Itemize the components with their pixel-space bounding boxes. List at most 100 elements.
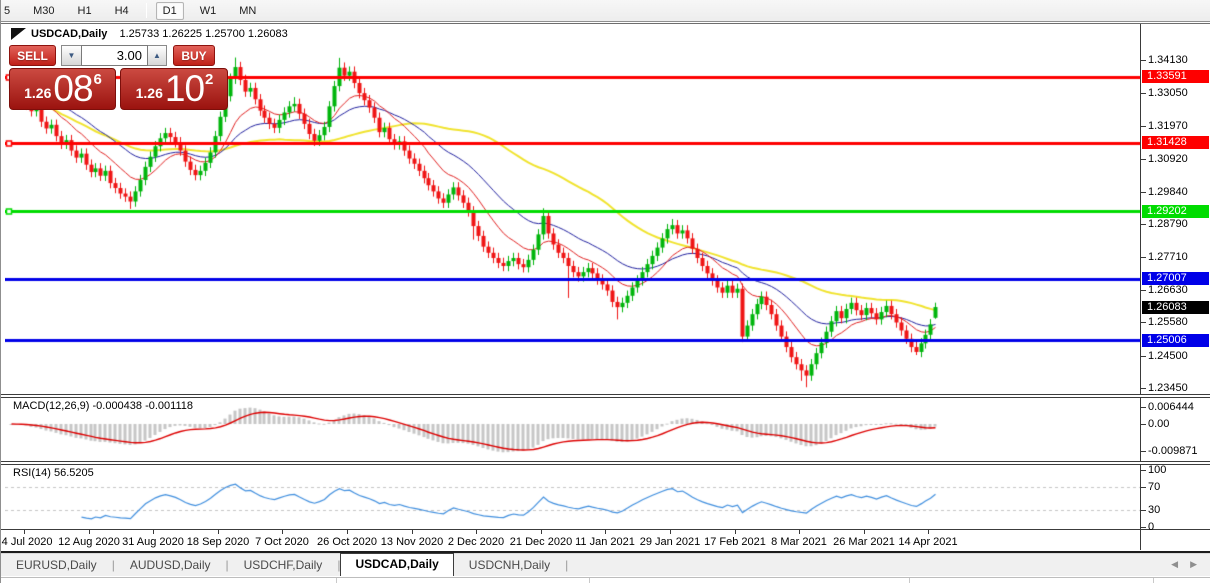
buy-price-pip: 2 (205, 72, 213, 87)
date-tick (153, 530, 154, 534)
tab-divider: | (565, 558, 568, 576)
timeframe-button-W1[interactable]: W1 (193, 2, 224, 20)
date-axis-label: 13 Nov 2020 (381, 536, 443, 548)
price-tick (1141, 60, 1146, 61)
date-axis-label: 14 Apr 2021 (898, 536, 957, 548)
macd-current-values: -0.000438 -0.001118 (92, 400, 193, 412)
chart-tab-AUDUSD[interactable]: AUDUSD,Daily (115, 555, 226, 576)
date-axis-label: 12 Aug 2020 (58, 536, 120, 548)
timeframe-button-M30[interactable]: M30 (26, 2, 61, 20)
buy-price-prefix: 1.26 (136, 86, 163, 104)
price-level-badge: 1.33591 (1142, 70, 1209, 83)
date-tick (476, 530, 477, 534)
price-tick (1141, 290, 1146, 291)
price-tick (1141, 159, 1146, 160)
date-axis-label: 29 Jan 2021 (640, 536, 701, 548)
price-tick (1141, 126, 1146, 127)
rsi-tick (1141, 510, 1146, 511)
timeframe-button-H1[interactable]: H1 (71, 2, 99, 20)
rsi-name: RSI(14) (13, 467, 51, 479)
date-axis-label: 2 Dec 2020 (448, 536, 504, 548)
macd-tick (1141, 451, 1146, 452)
rsi-label: RSI(14) 56.5205 (13, 467, 94, 479)
price-axis-label: 1.25580 (1148, 316, 1188, 328)
price-tick (1141, 388, 1146, 389)
chart-tabs-bar: EURUSD,Daily|AUDUSD,Daily|USDCHF,Daily|U… (1, 553, 1210, 576)
buy-button[interactable]: BUY (173, 45, 215, 66)
price-tick (1141, 192, 1146, 193)
date-axis-label: 18 Sep 2020 (187, 536, 249, 548)
tabs-scroll-left-icon[interactable]: ◀ (1171, 559, 1178, 570)
current-price-badge: 1.26083 (1142, 301, 1209, 314)
date-tick (735, 530, 736, 534)
one-click-trade-panel: SELL ▼ ▲ BUY 1.26 08 6 1.26 10 2 (9, 45, 228, 110)
volume-increase-button[interactable]: ▲ (148, 45, 167, 66)
price-axis-label: 1.29840 (1148, 186, 1188, 198)
date-axis-label: 21 Dec 2020 (510, 536, 572, 548)
macd-label: MACD(12,26,9) -0.000438 -0.001118 (13, 400, 193, 412)
date-tick (864, 530, 865, 534)
date-tick (282, 530, 283, 534)
price-axis-label: 1.34130 (1148, 54, 1188, 66)
chart-tab-USDCHF[interactable]: USDCHF,Daily (229, 555, 338, 576)
macd-panel-splitter[interactable] (1, 394, 1210, 398)
date-tick (670, 530, 671, 534)
chart-tab-USDCAD[interactable]: USDCAD,Daily (340, 553, 453, 576)
date-axis-label: 8 Mar 2021 (771, 536, 827, 548)
timeframe-button-D1[interactable]: D1 (156, 2, 184, 20)
chart-tab-USDCNH[interactable]: USDCNH,Daily (454, 555, 565, 576)
price-level-badge: 1.29202 (1142, 205, 1209, 218)
timeframe-button-5[interactable]: 5 (2, 2, 17, 20)
chevron-down-icon: ▼ (68, 51, 76, 60)
rsi-current-value: 56.5205 (54, 467, 94, 479)
rsi-axis-label: 100 (1148, 464, 1166, 476)
date-axis-label: 26 Mar 2021 (833, 536, 895, 548)
date-tick (89, 530, 90, 534)
buy-price-tile[interactable]: 1.26 10 2 (120, 68, 228, 110)
sell-price-tile[interactable]: 1.26 08 6 (9, 68, 116, 110)
price-axis-label: 1.26630 (1148, 284, 1188, 296)
timeframe-button-H4[interactable]: H4 (108, 2, 136, 20)
tabs-scroll-right-icon[interactable]: ▶ (1190, 559, 1197, 570)
price-level-badge: 1.31428 (1142, 136, 1209, 149)
macd-tick (1141, 407, 1146, 408)
date-tick (218, 530, 219, 534)
price-tick (1141, 356, 1146, 357)
timeframe-toolbar: 5 M30 H1 H4 D1 W1 MN (1, 0, 1210, 22)
chart-symbol-label: USDCAD,Daily (31, 28, 107, 40)
price-axis-line (1140, 24, 1141, 550)
price-axis-label: 1.30920 (1148, 153, 1188, 165)
date-axis-label: 11 Jan 2021 (575, 536, 635, 548)
one-click-trading-toggle-icon[interactable] (11, 28, 26, 40)
rsi-axis-label: 0 (1148, 521, 1154, 533)
price-tick (1141, 257, 1146, 258)
mt4-terminal: 5 M30 H1 H4 D1 W1 MN USDCAD,Daily 1.25733 1.26… (0, 0, 1210, 583)
chart-tab-EURUSD[interactable]: EURUSD,Daily (1, 555, 112, 576)
macd-axis-label: -0.009871 (1148, 445, 1198, 457)
date-axis-label: 7 Oct 2020 (255, 536, 309, 548)
buy-price-big: 10 (165, 74, 204, 104)
chart-ohlc-values: 1.25733 1.26225 1.25700 1.26083 (119, 28, 287, 40)
price-axis-label: 1.31970 (1148, 120, 1188, 132)
date-tick (605, 530, 606, 534)
date-tick (412, 530, 413, 534)
volume-decrease-button[interactable]: ▼ (61, 45, 81, 66)
macd-tick (1141, 424, 1146, 425)
price-axis-label: 1.33050 (1148, 87, 1188, 99)
sell-button[interactable]: SELL (9, 45, 56, 66)
rsi-panel-splitter[interactable] (1, 461, 1210, 465)
sell-price-prefix: 1.26 (24, 86, 51, 104)
chart-window: USDCAD,Daily 1.25733 1.26225 1.25700 1.2… (1, 23, 1210, 552)
volume-input[interactable] (81, 45, 148, 66)
date-axis-label: 31 Aug 2020 (122, 536, 184, 548)
rsi-axis-label: 30 (1148, 504, 1160, 516)
date-tick (347, 530, 348, 534)
rsi-tick (1141, 527, 1146, 528)
rsi-axis-label: 70 (1148, 481, 1160, 493)
macd-axis-label: 0.006444 (1148, 401, 1194, 413)
rsi-indicator-canvas[interactable] (5, 467, 1140, 529)
timeframe-button-MN[interactable]: MN (232, 2, 263, 20)
macd-name: MACD(12,26,9) (13, 400, 89, 412)
rsi-tick (1141, 470, 1146, 471)
price-level-badge: 1.27007 (1142, 272, 1209, 285)
